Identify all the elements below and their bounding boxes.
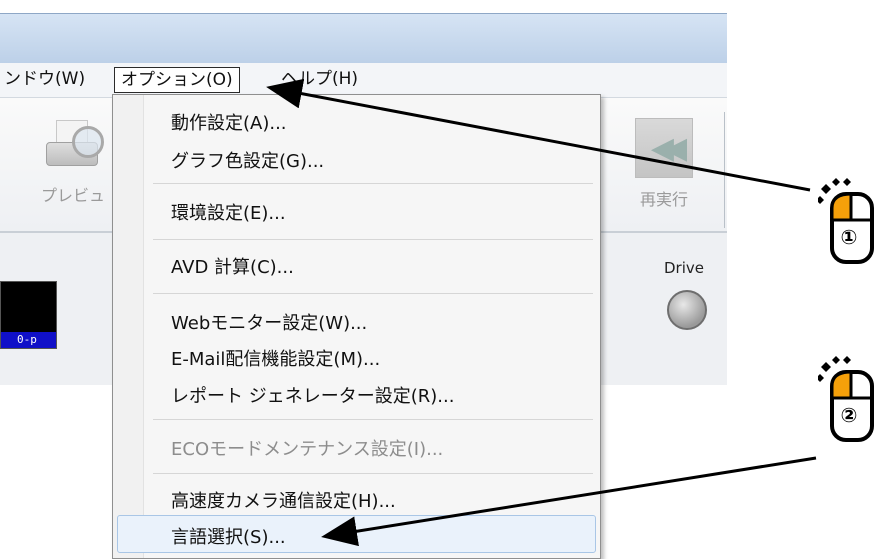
menu-separator: [153, 473, 593, 474]
menu-window[interactable]: ンドウ(W): [0, 67, 89, 91]
step-number: ①: [840, 225, 858, 249]
mouse-click-icon-2: ②: [818, 356, 878, 442]
options-dropdown-menu: 動作設定(A)... グラフ色設定(G)... 環境設定(E)... AVD 計…: [112, 94, 601, 559]
menu-item-email-settings[interactable]: E-Mail配信機能設定(M)...: [171, 345, 380, 371]
menu-item-eco-mode-maintenance: ECOモードメンテナンス設定(I)...: [171, 439, 444, 460]
menu-item-avd-calculation[interactable]: AVD 計算(C)...: [171, 253, 294, 279]
menu-item-operation-settings[interactable]: 動作設定(A)...: [171, 109, 287, 135]
title-bar: [0, 13, 727, 64]
rerun-label: 再実行: [639, 190, 688, 209]
menu-separator: [153, 419, 593, 420]
menu-item-report-generator-settings[interactable]: レポート ジェネレーター設定(R)...: [171, 382, 454, 408]
toolbar-divider: [724, 112, 725, 228]
menu-separator: [153, 183, 593, 184]
drive-label: Drive: [664, 259, 704, 277]
preview-label: プレビュ: [40, 186, 105, 205]
menu-item-graph-color-settings[interactable]: グラフ色設定(G)...: [171, 147, 324, 173]
menu-item-language-selection[interactable]: 言語選択(S)...: [171, 523, 286, 549]
menu-separator: [153, 239, 593, 240]
menu-bar: ンドウ(W) オプション(O) ヘルプ(H): [0, 63, 727, 98]
step-number: ②: [840, 403, 858, 427]
mouse-click-icon-1: ①: [818, 178, 878, 264]
menu-item-environment-settings[interactable]: 環境設定(E)...: [171, 199, 286, 225]
preview-button[interactable]: プレビュ: [28, 118, 118, 206]
print-preview-icon: [42, 118, 104, 172]
rerun-button[interactable]: ◀◀ 再実行: [626, 118, 702, 210]
menu-help[interactable]: ヘルプ(H): [277, 67, 362, 91]
menu-item-web-monitor-settings[interactable]: Webモニター設定(W)...: [171, 309, 367, 335]
menu-gutter: [113, 95, 144, 558]
menu-item-high-speed-camera-settings[interactable]: 高速度カメラ通信設定(H)...: [171, 487, 396, 513]
readout-label: 0-p: [1, 332, 56, 348]
menu-separator: [153, 293, 593, 294]
readout-display: 0-p: [0, 281, 57, 349]
menu-options[interactable]: オプション(O): [114, 67, 240, 93]
drive-lamp-icon: [667, 290, 707, 330]
rewind-icon: ◀◀: [635, 118, 693, 178]
